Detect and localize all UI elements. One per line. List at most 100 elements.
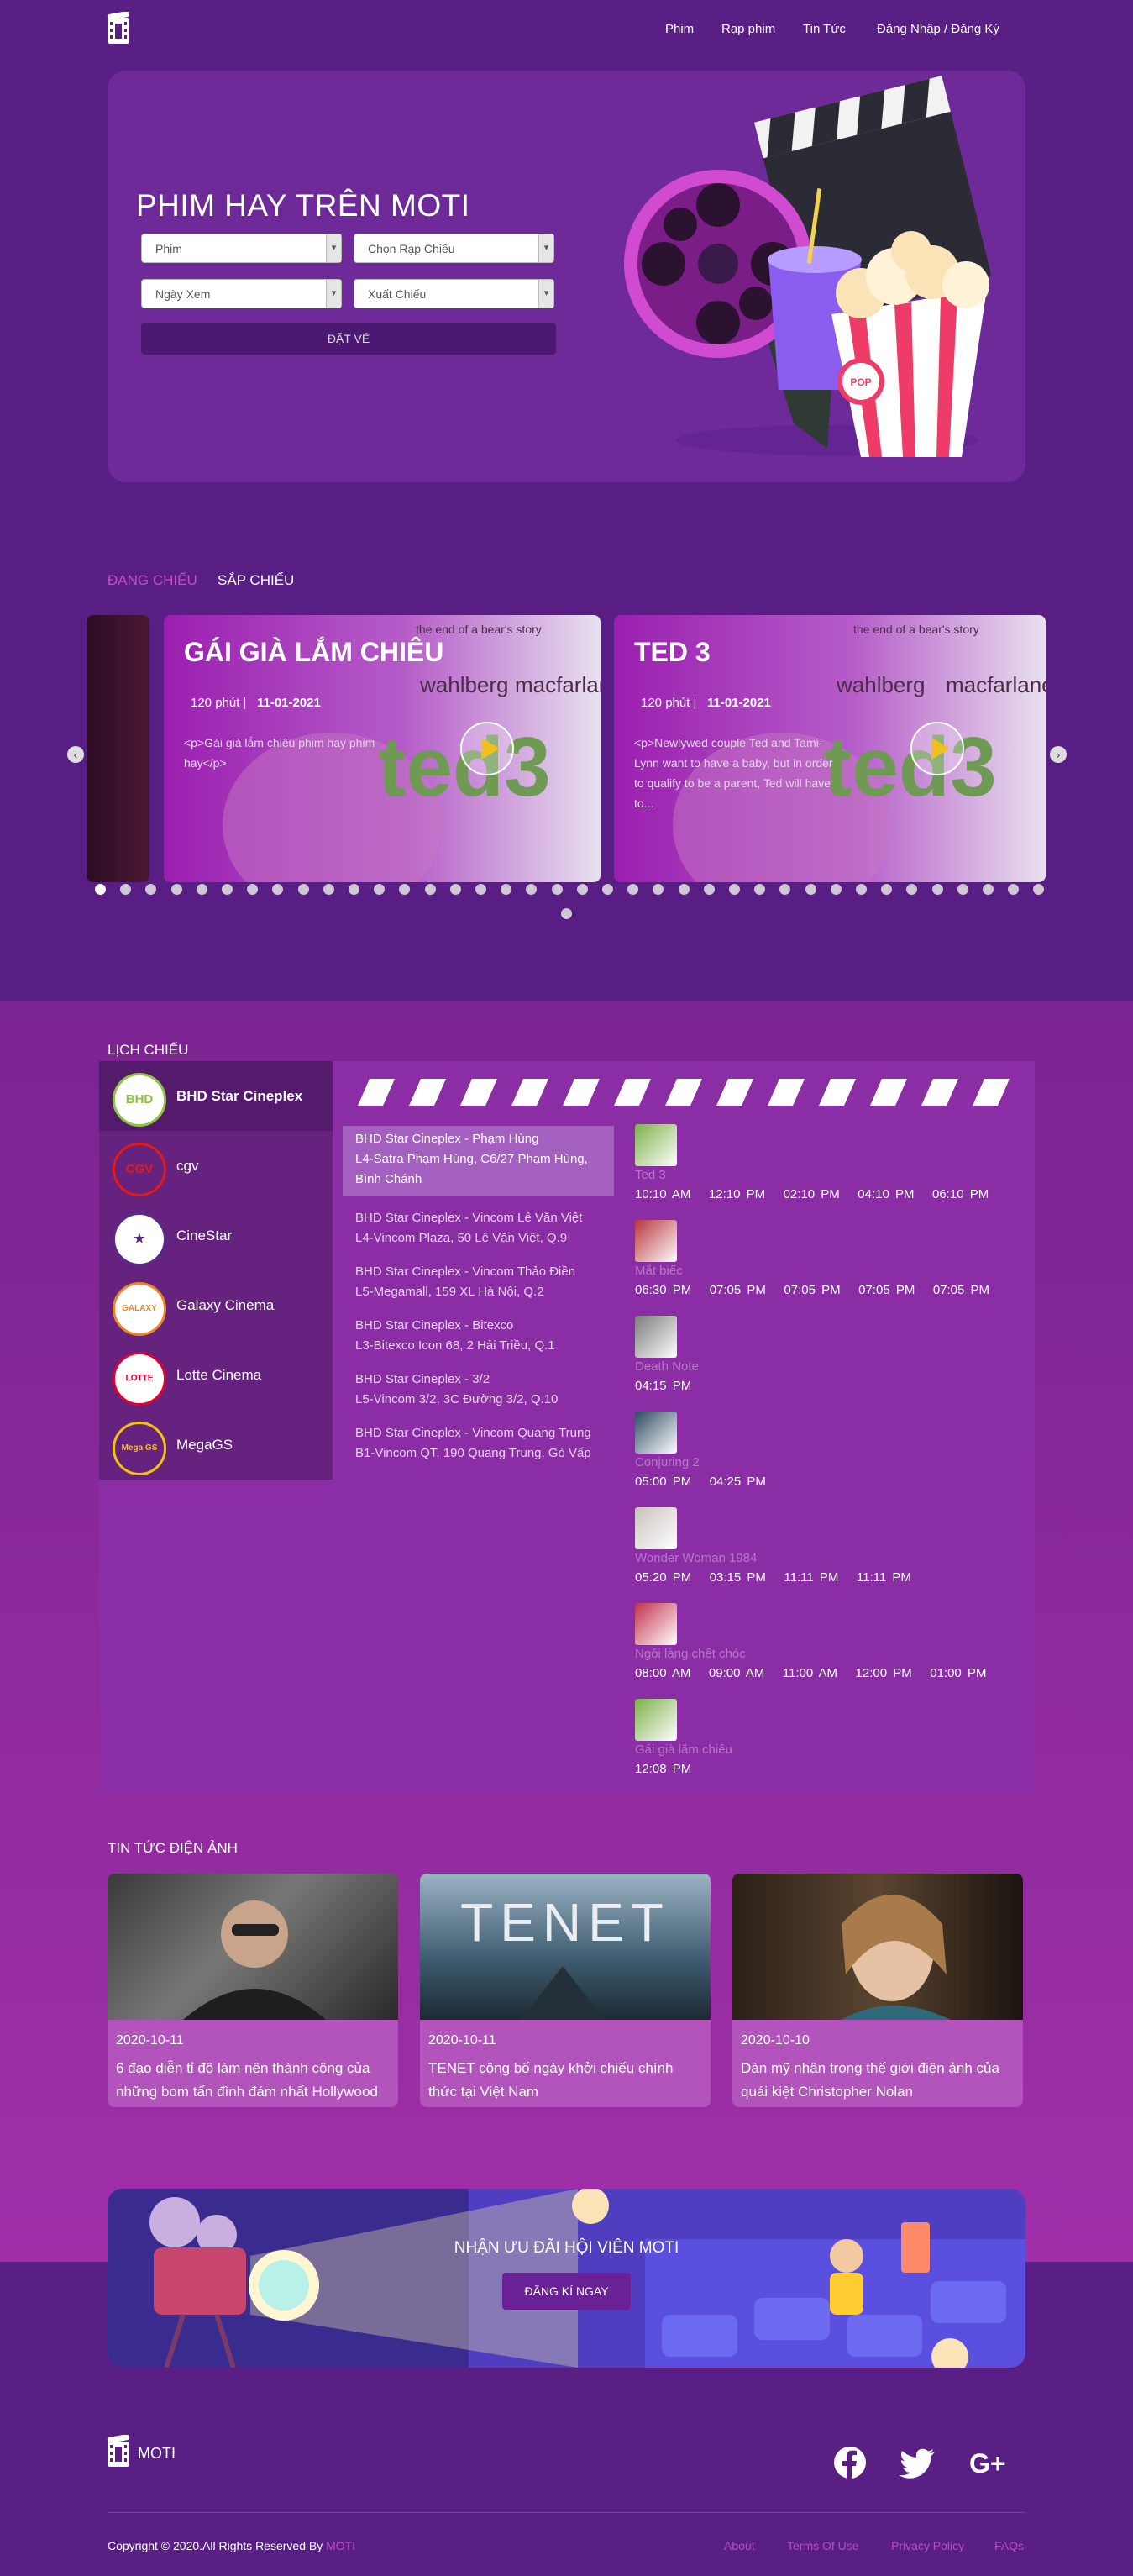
theater-item[interactable]: BHD Star Cineplex - Vincom Thảo Điền L5-… [343,1259,614,1301]
carousel-dot[interactable] [475,884,486,895]
carousel-dot[interactable] [703,884,715,895]
play-icon[interactable] [459,721,515,776]
theater-item[interactable]: BHD Star Cineplex - Vincom Lê Văn Việt L… [343,1205,614,1247]
movie-schedule-item: Death Note 04:15 PM [635,1316,1021,1393]
theater-item[interactable]: BHD Star Cineplex - 3/2 L5-Vincom 3/2, 3… [343,1366,614,1408]
movie-thumbnail[interactable] [635,1699,677,1741]
tab-now-showing[interactable]: ĐANG CHIẾU [108,572,197,589]
film-select[interactable]: Phim ▾ [141,234,342,263]
carousel-dot[interactable] [424,884,436,895]
movie-thumbnail[interactable] [635,1412,677,1454]
carousel-dot[interactable] [576,884,588,895]
footer-link-terms[interactable]: Terms Of Use [787,2539,859,2552]
carousel-dot[interactable] [551,884,563,895]
carousel-dot[interactable] [222,884,233,895]
movie-thumbnail[interactable] [635,1316,677,1358]
showtimes[interactable]: 05:20 PM 03:15 PM 11:11 PM 11:11 PM [635,1570,1021,1585]
showtimes[interactable]: 10:10 AM 12:10 PM 02:10 PM 04:10 PM 06:1… [635,1187,1021,1201]
footer-link-privacy[interactable]: Privacy Policy [891,2539,964,2552]
facebook-icon[interactable] [834,2447,866,2479]
movie-name[interactable]: Wonder Woman 1984 [635,1551,1021,1565]
register-now-button[interactable]: ĐĂNG KÍ NGAY [502,2273,631,2310]
nav-login-register[interactable]: Đăng Nhập / Đăng Ký [877,22,999,36]
news-image [108,1874,398,2020]
movie-name[interactable]: Death Note [635,1359,1021,1374]
news-title[interactable]: TENET công bố ngày khởi chiếu chính thức… [428,2057,706,2104]
carousel-dot[interactable] [805,884,816,895]
carousel-dot[interactable] [349,884,359,895]
showtimes[interactable]: 12:08 PM [635,1762,1021,1776]
news-title[interactable]: Dàn mỹ nhân trong thế giới điện ảnh của … [741,2057,1018,2104]
carousel-dot[interactable] [323,884,334,895]
news-card[interactable]: TENET 2020-10-11 TENET công bố ngày khởi… [420,1874,711,2107]
carousel-dot[interactable] [170,884,182,895]
copyright-brand[interactable]: MOTI [326,2539,355,2552]
nav-films[interactable]: Phim [665,22,694,36]
carousel-dot[interactable] [449,884,461,895]
movie-name[interactable]: Gái già lắm chiêu [635,1743,1021,1757]
cinema-item[interactable]: BHD BHD Star Cineplex [99,1061,333,1131]
carousel-dot[interactable] [196,884,207,895]
news-card[interactable]: 2020-10-10 Dàn mỹ nhân trong thế giới đi… [732,1874,1023,2107]
showtimes[interactable]: 05:00 PM 04:25 PM [635,1475,1021,1489]
movie-card[interactable]: the end of a bear's story wahlberg macfa… [614,615,1046,882]
footer-link-faqs[interactable]: FAQs [994,2539,1024,2552]
showtimes[interactable]: 06:30 PM 07:05 PM 07:05 PM 07:05 PM 07:0… [635,1283,1021,1297]
nav-news[interactable]: Tin Tức [803,22,846,36]
carousel-dot[interactable] [602,884,613,895]
showtimes[interactable]: 04:15 PM [635,1379,1021,1393]
carousel-dot[interactable] [297,884,309,895]
footer-link-about[interactable]: About [724,2539,755,2552]
theater-item[interactable]: BHD Star Cineplex - Bitexco L3-Bitexco I… [343,1312,614,1354]
google-plus-icon[interactable]: G+ [969,2448,1006,2479]
carousel-next-icon[interactable]: › [1050,746,1067,763]
poster-tagline: the end of a bear's story [853,623,979,636]
movie-name[interactable]: Ngôi làng chết chóc [635,1647,1021,1661]
film-strip-slash [614,1079,651,1106]
movie-name[interactable]: Mắt biếc [635,1264,1021,1278]
showtimes[interactable]: 08:00 AM 09:00 AM 11:00 AM 12:00 PM 01:0… [635,1666,1021,1680]
date-select-value: Ngày Xem [155,287,211,301]
movie-name[interactable]: Ted 3 [635,1168,1021,1182]
twitter-icon[interactable] [899,2448,936,2479]
carousel-dot[interactable] [95,884,106,895]
cinema-item[interactable]: GALAXY Galaxy Cinema [99,1270,333,1340]
carousel-prev-icon[interactable]: ‹ [67,746,84,763]
film-strip-slash [716,1079,753,1106]
news-title[interactable]: 6 đạo diễn tỉ đô làm nên thành công của … [116,2057,393,2104]
theater-item[interactable]: BHD Star Cineplex - Vincom Quang Trung B… [343,1420,614,1482]
cinema-item[interactable]: LOTTE Lotte Cinema [99,1340,333,1410]
movie-thumbnail[interactable] [635,1124,677,1166]
book-ticket-button[interactable]: ĐẶT VÉ [141,323,556,355]
movie-thumbnail[interactable] [635,1603,677,1645]
carousel-dot[interactable] [678,884,690,895]
cinema-item[interactable]: ★ CineStar [99,1201,333,1270]
carousel-dot[interactable] [830,884,842,895]
film-logo-icon[interactable] [107,12,130,45]
cinema-item[interactable]: Mega GS MegaGS [99,1410,333,1480]
cinema-logo: ★ [113,1212,166,1266]
news-card[interactable]: 2020-10-11 6 đạo diễn tỉ đô làm nên thàn… [108,1874,398,2107]
movie-thumbnail[interactable] [635,1220,677,1262]
carousel-dot[interactable] [957,884,968,895]
play-icon[interactable] [910,721,965,776]
carousel-dot[interactable] [983,884,994,895]
showtime-select[interactable]: Xuất Chiếu ▾ [354,279,554,308]
carousel-dot[interactable] [561,908,572,919]
date-select[interactable]: Ngày Xem ▾ [141,279,342,308]
carousel-dot[interactable] [856,884,867,895]
carousel-dot[interactable] [729,884,740,895]
movie-schedule-item: Conjuring 2 05:00 PM 04:25 PM [635,1412,1021,1489]
cinema-select[interactable]: Chọn Rạp Chiếu ▾ [354,234,554,263]
movie-thumbnail[interactable] [635,1507,677,1549]
partial-movie-card[interactable] [87,615,149,882]
cinema-item[interactable]: CGV cgv [99,1131,333,1201]
carousel-dot[interactable] [931,884,943,895]
cinema-logo: Mega GS [113,1422,166,1475]
movie-card[interactable]: the end of a bear's story wahlberg macfa… [164,615,601,882]
theater-item[interactable]: BHD Star Cineplex - Phạm Hùng L4-Satra P… [343,1126,614,1196]
film-logo-icon[interactable] [107,2435,130,2468]
movie-name[interactable]: Conjuring 2 [635,1455,1021,1469]
tab-coming-soon[interactable]: SẮP CHIẾU [218,572,294,589]
nav-cinemas[interactable]: Rạp phim [721,22,775,36]
